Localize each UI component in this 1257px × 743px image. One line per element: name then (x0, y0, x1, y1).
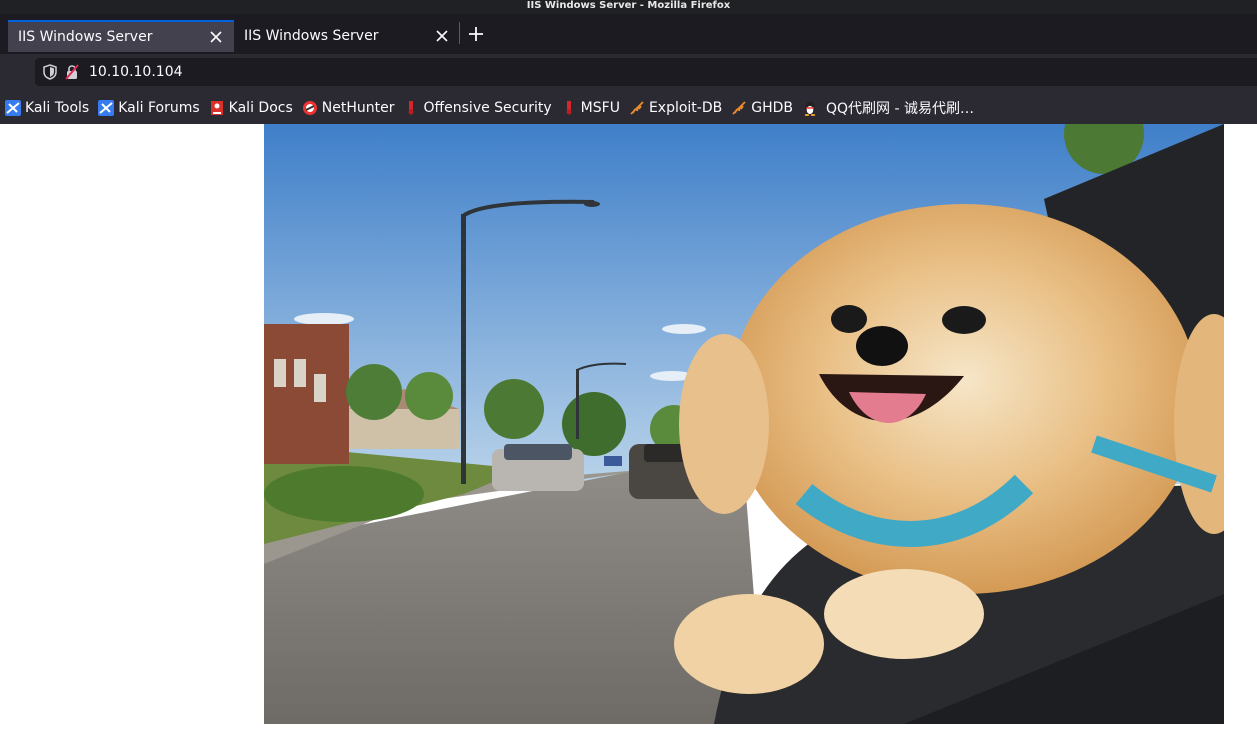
bookmark-nethunter[interactable]: NetHunter (302, 100, 395, 116)
bookmark-exploit-db[interactable]: Exploit-DB (629, 100, 722, 116)
insecure-connection-icon[interactable] (63, 63, 81, 81)
tab-separator (459, 22, 460, 44)
bookmark-ghdb[interactable]: GHDB (731, 100, 793, 116)
tab-iis-2[interactable]: IIS Windows Server (234, 20, 460, 52)
dog-photo (264, 124, 1224, 724)
offsec-icon (403, 100, 419, 116)
exploitdb-icon (731, 100, 747, 116)
nav-bar (0, 54, 1257, 92)
tab-strip: IIS Windows Server IIS Windows Server (0, 14, 1257, 54)
bookmark-kali-forums[interactable]: Kali Forums (98, 100, 200, 116)
bookmark-qq[interactable]: QQ代刷网 - 诚易代刷… (802, 98, 974, 118)
close-tab-icon[interactable] (434, 28, 450, 44)
bookmark-label: Exploit-DB (648, 100, 723, 116)
window-title: IIS Windows Server - Mozilla Firefox (0, 0, 1257, 14)
bookmark-label: GHDB (751, 100, 793, 116)
url-bar[interactable] (35, 58, 1257, 86)
bookmark-label: QQ代刷网 - 诚易代刷… (826, 101, 974, 117)
tab-label: IIS Windows Server (18, 29, 153, 45)
tab-label: IIS Windows Server (244, 28, 379, 44)
kali-dragon-icon (98, 100, 115, 116)
bookmark-label: MSFU (580, 100, 620, 116)
qq-penguin-icon (802, 100, 818, 116)
close-tab-icon[interactable] (208, 29, 224, 45)
url-input[interactable] (89, 64, 689, 80)
bookmark-label: Kali Docs (228, 100, 293, 116)
bookmark-offensive-security[interactable]: Offensive Security (403, 100, 552, 116)
exploitdb-icon (629, 100, 645, 116)
bookmark-label: Kali Tools (25, 100, 90, 116)
bookmark-label: Kali Forums (118, 100, 200, 116)
nethunter-icon (302, 100, 318, 116)
bookmark-kali-tools[interactable]: Kali Tools (5, 100, 89, 116)
new-tab-button[interactable] (465, 22, 487, 46)
bookmark-msfu[interactable]: MSFU (561, 100, 620, 116)
bookmarks-toolbar: Kali Tools Kali Forums Kali Docs NetHunt… (0, 92, 1257, 124)
offsec-icon (561, 100, 577, 116)
tracking-shield-icon[interactable] (41, 63, 59, 81)
bookmark-label: NetHunter (321, 100, 395, 116)
kali-dragon-icon (5, 100, 21, 116)
bookmark-label: Offensive Security (423, 100, 552, 116)
tab-iis-1[interactable]: IIS Windows Server (8, 20, 234, 52)
bookmark-kali-docs[interactable]: Kali Docs (209, 100, 293, 116)
page-content (0, 124, 1257, 743)
kali-docs-icon (209, 100, 225, 116)
